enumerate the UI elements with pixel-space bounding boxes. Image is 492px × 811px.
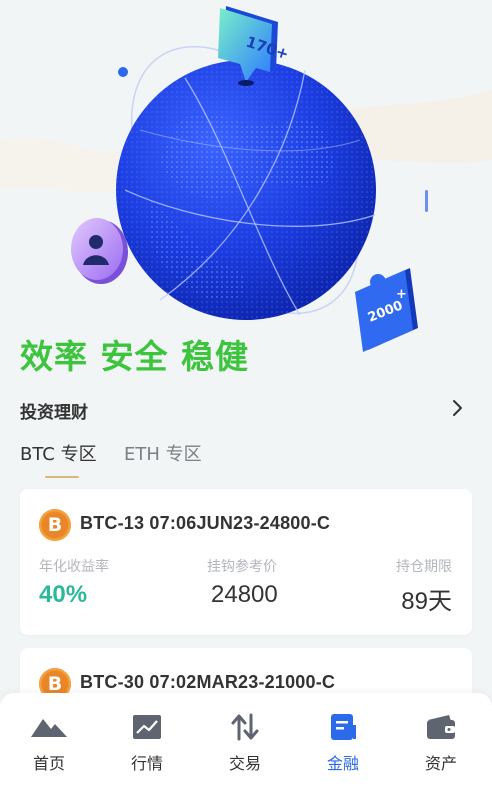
reference-price-label: 挂钩参考价	[207, 559, 277, 575]
product-name: BTC-30 07:02MAR23-21000-C	[80, 672, 336, 692]
tab-home[interactable]: 首页	[0, 693, 98, 783]
tab-finance[interactable]: 金融	[294, 693, 392, 783]
product-card[interactable]: B BTC-13 07:06JUN23-24800-C 年化收益率 挂钩参考价 …	[20, 489, 472, 635]
annual-yield-value: 40%	[39, 581, 88, 608]
coin-symbol: B	[47, 673, 63, 695]
bottom-tab-bar: 首页 行情 交易 金融 资产	[0, 693, 492, 811]
wallet-icon	[427, 715, 455, 739]
tab-label: 金融	[326, 754, 359, 773]
hero-banner: 170+ 2000 +	[0, 0, 492, 380]
user-badge-icon	[71, 218, 128, 284]
tab-label: 资产	[424, 754, 457, 773]
reference-price-value: 24800	[211, 581, 278, 608]
svg-text:+: +	[396, 287, 407, 302]
section-title: 投资理财	[20, 403, 88, 423]
hero-slogan: 效率 安全 稳健	[20, 337, 249, 376]
tab-trade[interactable]: 交易	[196, 693, 294, 783]
tab-assets[interactable]: 资产	[392, 693, 490, 783]
globe-illustration: 170+ 2000 +	[0, 6, 492, 352]
holding-period-value: 89天	[401, 588, 452, 615]
product-name: BTC-13 07:06JUN23-24800-C	[80, 513, 331, 533]
finance-doc-icon	[331, 714, 356, 740]
annual-yield-label: 年化收益率	[39, 559, 109, 575]
badge-2000-icon: 2000 +	[355, 268, 418, 352]
tab-label: 首页	[32, 754, 65, 773]
tab-label: 交易	[228, 754, 261, 773]
mountain-icon	[31, 719, 67, 737]
bitcoin-icon: B	[39, 509, 71, 541]
holding-period-label: 持仓期限	[396, 559, 452, 575]
coin-symbol: B	[47, 514, 63, 536]
chart-icon	[133, 715, 161, 739]
tab-btc-zone[interactable]: BTC 专区	[20, 440, 97, 466]
swap-icon	[231, 713, 259, 741]
tab-eth-zone[interactable]: ETH 专区	[124, 440, 202, 466]
chevron-right-icon[interactable]	[450, 398, 466, 418]
tab-market[interactable]: 行情	[98, 693, 196, 783]
tab-label: 行情	[130, 754, 163, 773]
active-tab-indicator	[45, 476, 79, 478]
